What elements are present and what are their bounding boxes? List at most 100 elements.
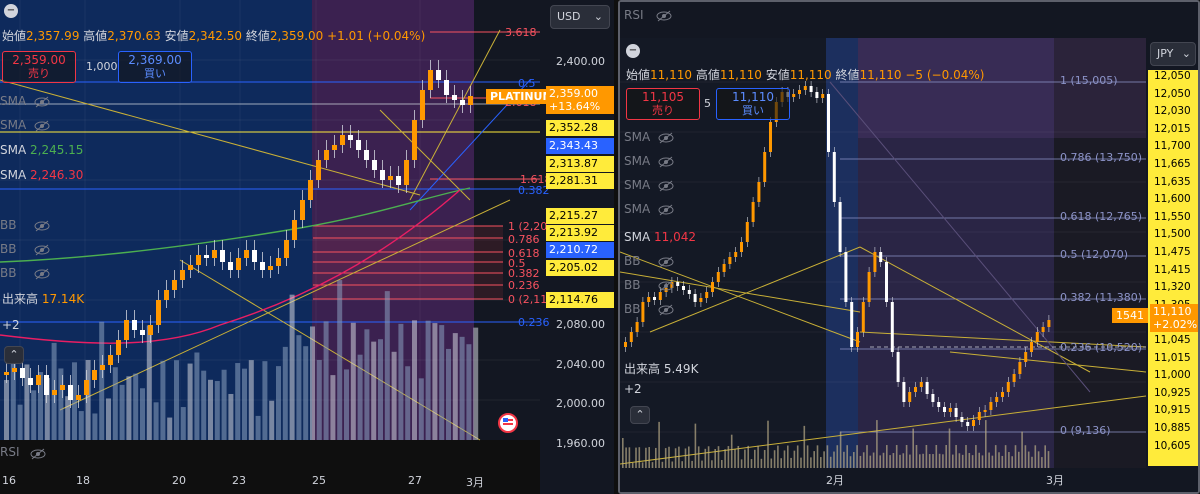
chart-panel-right[interactable]: RSI − 始値11,110 高値11,110 安値11,110 終値11,11… [618,0,1200,494]
price-axis-label: 10,915 [1154,404,1191,417]
volume-bar [707,446,710,468]
chevron-up-icon[interactable]: ⌃ [4,346,24,364]
volume-bar [1004,445,1007,468]
more-indicators-count[interactable]: +2 [2,318,20,332]
buy-button[interactable]: 2,369.00 買い [118,51,192,83]
low-label: 安値 [765,68,790,82]
eye-off-icon[interactable] [658,256,674,271]
open-label: 始値 [626,68,651,82]
candle [1035,332,1039,342]
eye-off-icon[interactable] [658,132,674,147]
currency-select[interactable]: JPY ⌄ [1150,42,1196,66]
price-axis-tag: 2,352.28 [546,120,614,136]
volume-bar [994,445,997,468]
volume-bar [1014,445,1017,468]
candle [821,94,825,98]
volume-bar [820,457,822,468]
indicator-legend: SMA [624,178,650,192]
volume-bar [65,396,71,440]
fib-level-label: 0.236 [508,279,540,292]
time-axis-label: 27 [408,474,422,487]
eye-off-icon[interactable] [658,280,674,295]
volume-bar [289,294,295,440]
volume-label: 出来高 [2,292,39,306]
volume-bar [836,445,839,468]
eye-off-icon[interactable] [656,10,672,25]
candle [28,378,33,385]
flag-icon[interactable] [498,413,518,436]
candle [838,202,842,252]
candle [629,332,633,342]
volume-bar [760,458,763,468]
volume-bar [754,449,756,468]
volume-bar [971,455,974,468]
eye-off-icon[interactable] [34,96,50,111]
eye-off-icon[interactable] [34,244,50,259]
candle [676,282,680,286]
rsi-label: RSI [0,445,20,459]
volume-bar [750,459,753,468]
eye-off-icon[interactable] [34,220,50,235]
candle [276,258,281,266]
volume-bar [773,450,776,468]
chart-panel-left[interactable]: − 始値2,357.99 高値2,370.63 安値2,342.50 終値2,3… [0,0,614,494]
volume-bar [439,325,445,440]
buy-button[interactable]: 11,110 買い [716,88,790,120]
volume-bar [740,459,743,468]
indicator-value: 2,245.15 [26,143,84,157]
chevron-up-icon[interactable]: ⌃ [630,406,650,424]
volume-bar [658,421,660,468]
eye-off-icon[interactable] [658,180,674,195]
volume-bar [446,348,451,440]
price-axis-tag: 2,205.02 [546,260,614,276]
eye-off-icon[interactable] [30,448,46,463]
volume-bar [902,453,905,468]
volume-bar [1021,431,1023,468]
volume-bar [235,363,241,440]
indicator-legend: BB [624,254,640,268]
volume-bar [694,423,697,468]
volume-bar [622,438,624,468]
candle [890,302,894,352]
close-value: 11,110 [859,68,902,82]
candle [332,145,337,150]
collapse-icon[interactable]: − [4,2,18,18]
candle [937,402,941,407]
volume-bar [932,454,934,468]
indicator-name: SMA [0,143,27,157]
candle [284,240,289,258]
volume-bar [869,455,872,468]
eye-off-icon[interactable] [658,304,674,319]
more-indicators-count[interactable]: +2 [624,382,642,396]
candle [156,300,161,325]
collapse-icon[interactable]: − [626,42,640,58]
sell-button[interactable]: 11,105 売り [626,88,700,120]
price-axis-label: 11,665 [1154,158,1191,170]
indicator-value: 11,042 [650,230,696,244]
volume-bar [296,335,302,440]
chevron-down-icon: ⌄ [593,10,603,23]
candle [647,297,651,302]
volume-bar [770,458,773,468]
volume-bar [24,364,30,440]
price-axis-label: 2,000.00 [556,397,605,410]
candle [693,294,697,302]
volume-bar [412,320,417,440]
eye-off-icon[interactable] [658,156,674,171]
volume-bar [968,453,971,468]
eye-off-icon[interactable] [658,204,674,219]
volume-bar [833,451,835,468]
candle [52,390,57,395]
candle [954,408,958,417]
candle [44,375,49,395]
price-axis-label: 11,700 [1154,140,1191,153]
volume-bar [4,380,9,440]
rsi-header: RSI [624,8,644,22]
eye-off-icon[interactable] [34,120,50,135]
currency-select[interactable]: USD ⌄ [550,5,610,29]
buy-label: 買い [742,104,764,117]
eye-off-icon[interactable] [34,268,50,283]
volume-bar [459,336,465,440]
sell-button[interactable]: 2,359.00 売り [2,51,76,83]
candle [268,266,273,270]
